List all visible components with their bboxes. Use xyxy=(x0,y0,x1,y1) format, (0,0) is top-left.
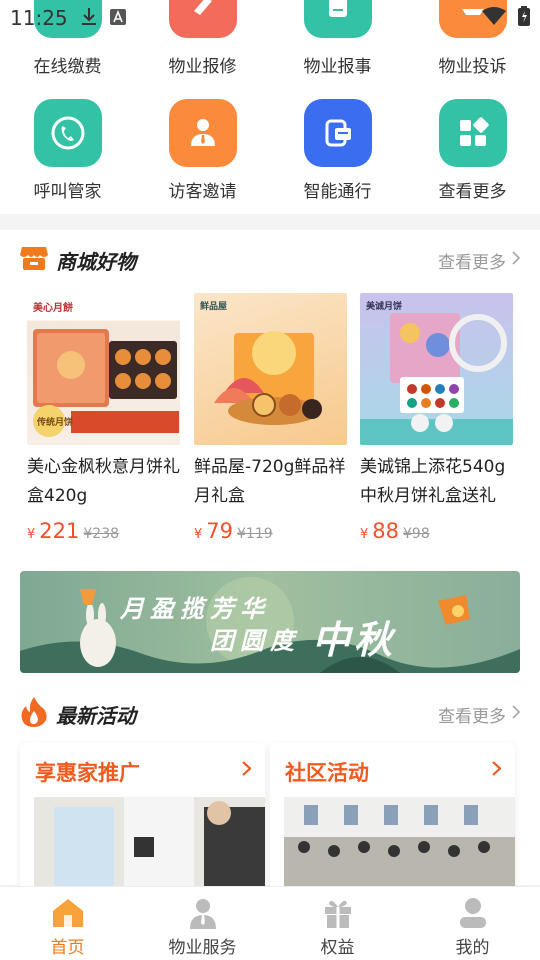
service-label: 智能通行 xyxy=(303,182,372,202)
bottom-tab-bar: 首页 物业服务 权益 我的 xyxy=(0,886,540,960)
chevron-right-icon xyxy=(512,704,521,724)
service-view-more[interactable]: 查看更多 xyxy=(405,99,540,202)
shop-more-label: 查看更多 xyxy=(438,252,506,273)
service-icon xyxy=(186,897,220,929)
activity-photo xyxy=(34,797,265,893)
product-image: 鲜品屋 xyxy=(194,293,347,445)
visitor-icon xyxy=(168,99,237,167)
product-price: ¥ 221 ¥238 xyxy=(27,519,180,543)
shop-more-link[interactable]: 查看更多 xyxy=(438,248,521,273)
activities-header: 最新活动 查看更多 xyxy=(20,697,521,731)
wifi-icon xyxy=(482,7,506,29)
service-call-butler[interactable]: 呼叫管家 xyxy=(0,99,135,202)
grid-more-icon xyxy=(438,99,507,167)
product-card[interactable]: 美心月餅 传统月饼 美心金枫秋意月饼礼盒420g ¥ 221 ¥238 xyxy=(27,293,180,543)
chevron-right-icon xyxy=(492,761,502,780)
access-card-icon xyxy=(303,99,372,167)
activities-section: 最新活动 查看更多 享惠家推广 社区活动 xyxy=(0,685,540,893)
tab-label: 我的 xyxy=(455,938,490,958)
activities-title: 最新活动 xyxy=(56,703,136,728)
service-visitor-invite[interactable]: 访客邀请 xyxy=(135,99,270,202)
price-currency: ¥ xyxy=(194,527,203,542)
activity-card-promo[interactable]: 享惠家推广 xyxy=(20,743,265,893)
price-original: ¥119 xyxy=(237,526,273,542)
price-current: 79 xyxy=(206,519,234,543)
service-label: 呼叫管家 xyxy=(33,182,102,202)
product-price: ¥ 88 ¥98 xyxy=(360,519,513,543)
product-box-brand: 美诚月饼 xyxy=(366,302,403,312)
service-label: 物业投诉 xyxy=(438,57,507,77)
product-box-brand: 鲜品屋 xyxy=(200,302,228,312)
price-current: 221 xyxy=(39,519,80,543)
keyboard-a-icon xyxy=(110,9,126,29)
download-icon xyxy=(82,8,96,30)
product-image: 美心月餅 传统月饼 xyxy=(27,293,180,445)
product-card[interactable]: 鲜品屋 鲜品屋-720g鲜品祥月礼盒 ¥ 79 ¥119 xyxy=(194,293,347,543)
price-original: ¥238 xyxy=(83,526,120,542)
status-bar: 11:25 xyxy=(0,0,540,36)
banner-line3: 中秋 xyxy=(312,618,397,662)
price-currency: ¥ xyxy=(360,527,369,542)
battery-icon xyxy=(518,6,530,30)
product-name: 美诚锦上添花540g中秋月饼礼盒送礼 xyxy=(360,457,506,506)
chevron-right-icon xyxy=(242,761,252,780)
service-label: 访客邀请 xyxy=(168,182,237,202)
service-smart-access[interactable]: 智能通行 xyxy=(270,99,405,202)
profile-icon xyxy=(456,897,490,929)
product-image: 美诚月饼 xyxy=(360,293,513,445)
product-name: 美心金枫秋意月饼礼盒420g xyxy=(27,457,180,506)
activities-more-link[interactable]: 查看更多 xyxy=(438,702,521,727)
product-price: ¥ 79 ¥119 xyxy=(194,519,347,543)
product-name: 鲜品屋-720g鲜品祥月礼盒 xyxy=(194,457,346,506)
flame-icon xyxy=(20,697,48,731)
tab-label: 物业服务 xyxy=(168,938,237,958)
tab-property-service[interactable]: 物业服务 xyxy=(135,887,270,960)
service-label: 物业报修 xyxy=(168,57,237,77)
price-current: 88 xyxy=(372,519,400,543)
phone-icon xyxy=(33,99,102,167)
service-label: 物业报事 xyxy=(303,57,372,77)
gift-icon xyxy=(321,897,355,929)
product-box-tag: 传统月饼 xyxy=(37,418,74,428)
banner-line2: 团圆度 xyxy=(210,627,300,655)
tab-profile[interactable]: 我的 xyxy=(405,887,540,960)
banner-line1: 月盈揽芳华 xyxy=(120,595,270,623)
chevron-right-icon xyxy=(512,250,521,270)
home-icon xyxy=(51,897,85,929)
tab-label: 首页 xyxy=(50,938,85,958)
product-card[interactable]: 美诚月饼 美诚锦上添花540g中秋月饼礼盒送礼 ¥ 88 ¥98 xyxy=(360,293,513,543)
activity-card-title: 社区活动 xyxy=(285,761,369,785)
service-label: 查看更多 xyxy=(438,182,507,202)
price-currency: ¥ xyxy=(27,527,36,542)
promo-banner[interactable]: 月盈揽芳华 团圆度 中秋 xyxy=(20,571,520,673)
activity-photo xyxy=(284,797,515,893)
tab-home[interactable]: 首页 xyxy=(0,887,135,960)
service-label: 在线缴费 xyxy=(33,57,102,77)
activities-more-label: 查看更多 xyxy=(438,706,506,727)
status-time: 11:25 xyxy=(10,6,68,30)
product-box-brand: 美心月餅 xyxy=(33,303,73,314)
shop-header: 商城好物 查看更多 xyxy=(20,245,521,275)
tab-benefits[interactable]: 权益 xyxy=(270,887,405,960)
activity-card-community[interactable]: 社区活动 xyxy=(270,743,515,893)
activity-card-title: 享惠家推广 xyxy=(35,761,140,785)
tab-label: 权益 xyxy=(320,938,355,958)
shop-store-icon xyxy=(20,245,48,275)
shop-title: 商城好物 xyxy=(56,249,136,274)
price-original: ¥98 xyxy=(403,526,430,542)
